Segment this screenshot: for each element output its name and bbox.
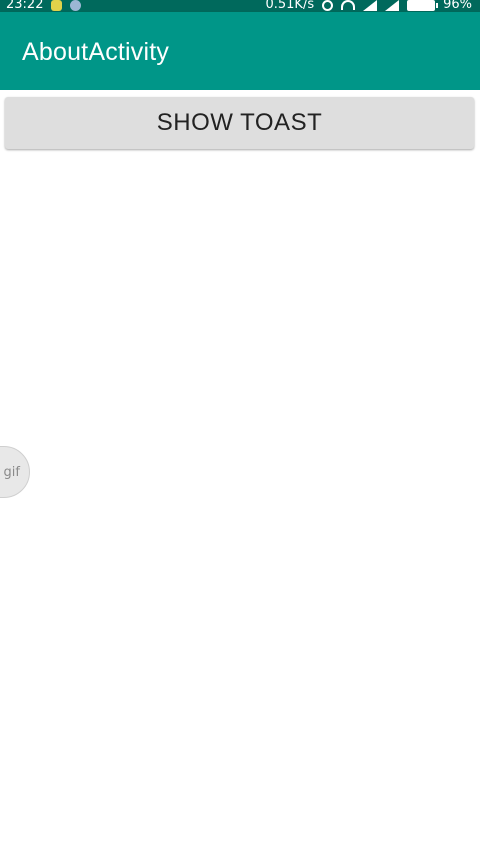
- wifi-icon: [341, 0, 356, 10]
- gif-label: gif: [3, 464, 20, 480]
- battery-percent: 96%: [443, 0, 472, 12]
- battery-icon: [407, 0, 439, 11]
- signal-icon-2: [385, 0, 400, 11]
- show-toast-button[interactable]: SHOW TOAST: [5, 97, 474, 149]
- network-speed: 0.51K/s: [265, 0, 315, 12]
- app-bar: AboutActivity: [0, 12, 480, 90]
- status-left: 23:22: [6, 0, 82, 12]
- status-time: 23:22: [6, 0, 44, 12]
- status-bar: 23:22 0.51K/s 96%: [0, 0, 480, 12]
- signal-icon: [363, 0, 378, 11]
- alarm-icon: [322, 0, 334, 11]
- screen: 23:22 0.51K/s 96% AboutActivity SHOW TOA…: [0, 0, 480, 843]
- content-area: SHOW TOAST: [0, 90, 480, 843]
- notification-alt-icon: [70, 0, 82, 11]
- notification-icon: [51, 0, 63, 11]
- status-right: 0.51K/s 96%: [265, 0, 472, 11]
- page-title: AboutActivity: [22, 38, 170, 66]
